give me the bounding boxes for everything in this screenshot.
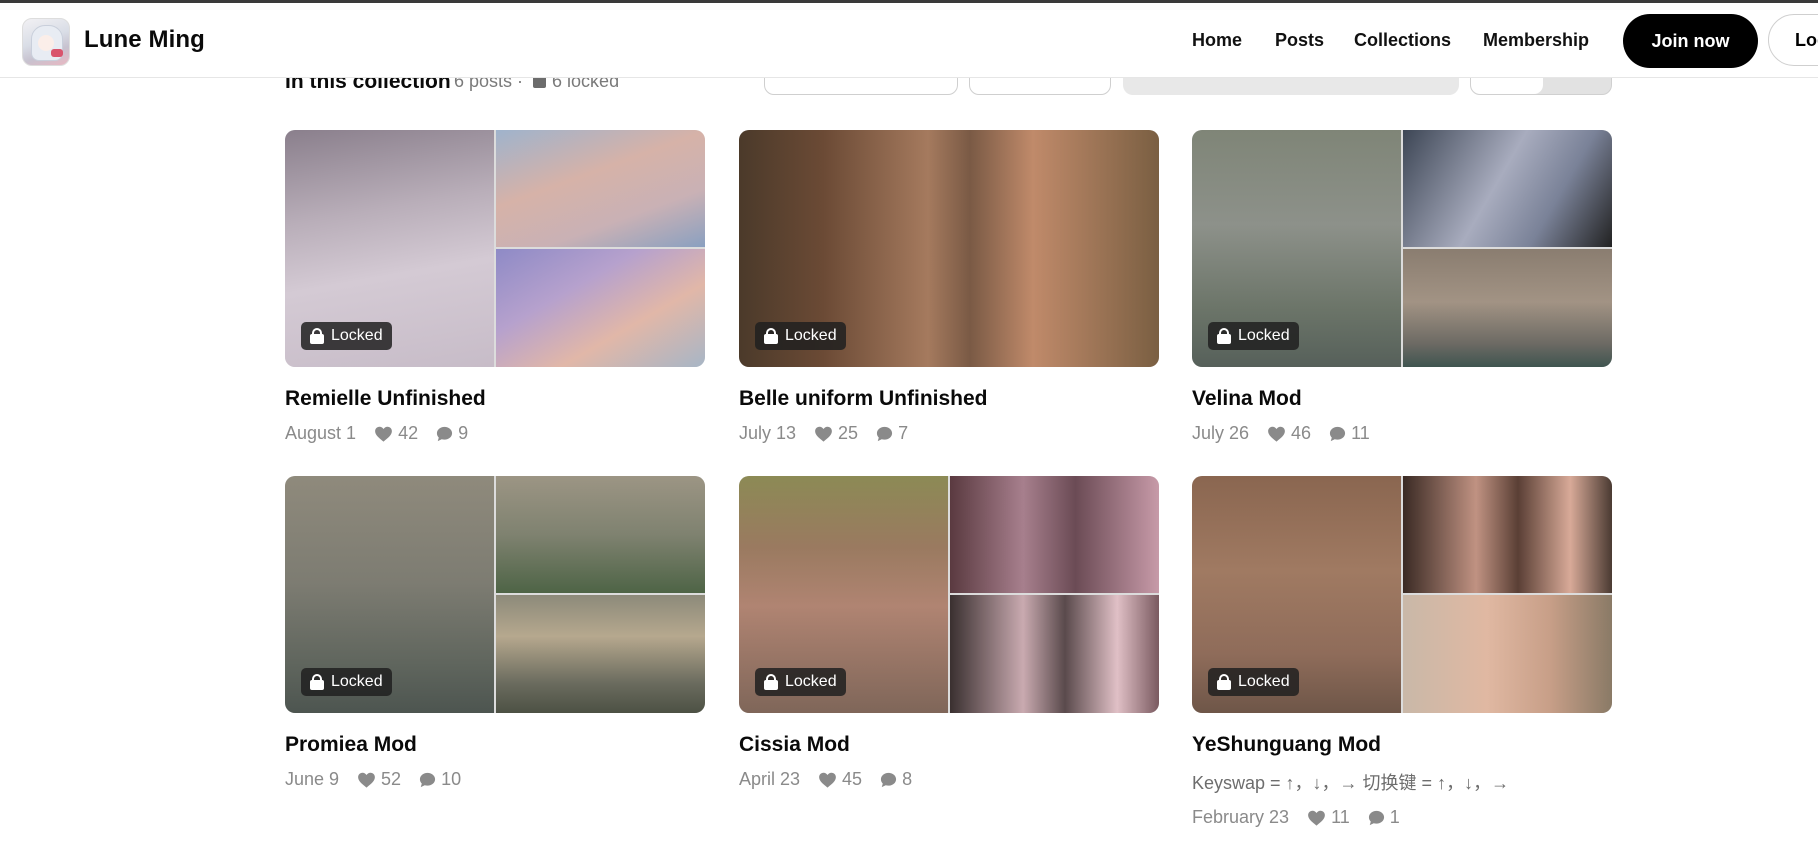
like-count: 45 bbox=[842, 769, 863, 789]
post-thumbnail[interactable]: Locked bbox=[1192, 130, 1612, 367]
post-date: July 13 bbox=[739, 423, 797, 443]
login-button[interactable]: Log in bbox=[1768, 14, 1818, 66]
blurred-image bbox=[1403, 249, 1612, 367]
post-meta: July 13 25 7 bbox=[739, 423, 1159, 444]
post-date: August 1 bbox=[285, 423, 357, 443]
heart-icon[interactable] bbox=[814, 426, 833, 442]
blurred-image bbox=[1403, 595, 1612, 713]
post-thumbnail[interactable]: Locked bbox=[739, 476, 1159, 713]
comment-count: 7 bbox=[898, 423, 909, 443]
comment-count: 9 bbox=[458, 423, 469, 443]
post-date: April 23 bbox=[739, 769, 801, 789]
like-count: 52 bbox=[381, 769, 402, 789]
heart-icon[interactable] bbox=[357, 772, 376, 788]
lock-icon bbox=[1217, 328, 1231, 344]
comment-count: 8 bbox=[902, 769, 913, 789]
like-count: 25 bbox=[838, 423, 859, 443]
post-title[interactable]: Promiea Mod bbox=[285, 733, 705, 757]
locked-label: Locked bbox=[785, 327, 837, 344]
comment-count: 10 bbox=[441, 769, 462, 789]
nav-membership[interactable]: Membership bbox=[1483, 30, 1589, 51]
heart-icon[interactable] bbox=[1267, 426, 1286, 442]
comment-count: 11 bbox=[1351, 423, 1370, 443]
post-card[interactable]: Locked Cissia Mod April 23 45 8 bbox=[739, 476, 1159, 790]
post-description: Keyswap = ↑，↓，→ 切换键 = ↑，↓，→ bbox=[1192, 773, 1510, 793]
post-thumbnail[interactable]: Locked bbox=[285, 476, 705, 713]
post-title[interactable]: YeShunguang Mod bbox=[1192, 733, 1612, 757]
comment-count: 1 bbox=[1389, 807, 1400, 827]
locked-label: Locked bbox=[331, 673, 383, 690]
post-date: February 23 bbox=[1192, 807, 1290, 827]
comment-icon[interactable] bbox=[880, 772, 897, 788]
post-title[interactable]: Belle uniform Unfinished bbox=[739, 387, 1159, 411]
lock-icon bbox=[764, 674, 778, 690]
join-now-button[interactable]: Join now bbox=[1623, 14, 1758, 68]
locked-label: Locked bbox=[1238, 673, 1290, 690]
locked-badge: Locked bbox=[1208, 668, 1299, 696]
heart-icon[interactable] bbox=[374, 426, 393, 442]
comment-icon[interactable] bbox=[1368, 810, 1385, 826]
post-card[interactable]: Locked Promiea Mod June 9 52 10 bbox=[285, 476, 705, 790]
blurred-image bbox=[496, 130, 705, 247]
nav-collections[interactable]: Collections bbox=[1354, 30, 1451, 51]
creator-avatar[interactable] bbox=[22, 18, 70, 66]
like-count: 11 bbox=[1331, 807, 1350, 827]
post-meta: April 23 45 8 bbox=[739, 769, 1159, 790]
locked-label: Locked bbox=[785, 673, 837, 690]
post-meta: June 9 52 10 bbox=[285, 769, 705, 790]
creator-name[interactable]: Lune Ming bbox=[84, 26, 205, 54]
heart-icon[interactable] bbox=[818, 772, 837, 788]
post-card[interactable]: Locked Remielle Unfinished August 1 42 9 bbox=[285, 130, 705, 444]
lock-icon bbox=[310, 674, 324, 690]
locked-badge: Locked bbox=[1208, 322, 1299, 350]
lock-icon bbox=[1217, 674, 1231, 690]
nav-posts[interactable]: Posts bbox=[1275, 30, 1324, 51]
post-card[interactable]: Locked Belle uniform Unfinished July 13 25 7 bbox=[739, 130, 1159, 444]
post-date: June 9 bbox=[285, 769, 340, 789]
like-count: 46 bbox=[1291, 423, 1312, 443]
locked-label: Locked bbox=[1238, 327, 1290, 344]
blurred-image bbox=[1403, 130, 1612, 247]
locked-badge: Locked bbox=[301, 668, 392, 696]
post-title[interactable]: Remielle Unfinished bbox=[285, 387, 705, 411]
post-date: July 26 bbox=[1192, 423, 1250, 443]
post-title[interactable]: Cissia Mod bbox=[739, 733, 1159, 757]
post-thumbnail[interactable]: Locked bbox=[739, 130, 1159, 367]
comment-icon[interactable] bbox=[436, 426, 453, 442]
post-thumbnail[interactable]: Locked bbox=[285, 130, 705, 367]
locked-badge: Locked bbox=[301, 322, 392, 350]
blurred-image bbox=[1403, 476, 1612, 593]
blurred-image bbox=[496, 249, 705, 367]
locked-badge: Locked bbox=[755, 322, 846, 350]
post-card[interactable]: Locked YeShunguang Mod Keyswap = ↑，↓，→ 切换键… bbox=[1192, 476, 1612, 828]
blurred-image bbox=[496, 476, 705, 593]
locked-label: Locked bbox=[331, 327, 383, 344]
post-meta: August 1 42 9 bbox=[285, 423, 705, 444]
lock-icon bbox=[764, 328, 778, 344]
comment-icon[interactable] bbox=[876, 426, 893, 442]
blurred-image bbox=[496, 595, 705, 713]
comment-icon[interactable] bbox=[1329, 426, 1346, 442]
post-title[interactable]: Velina Mod bbox=[1192, 387, 1612, 411]
heart-icon[interactable] bbox=[1307, 810, 1326, 826]
post-thumbnail[interactable]: Locked bbox=[1192, 476, 1612, 713]
blurred-image bbox=[950, 595, 1159, 713]
site-header: Lune Ming Home Posts Collections Members… bbox=[0, 3, 1818, 78]
lock-icon bbox=[310, 328, 324, 344]
post-meta: July 26 46 11 bbox=[1192, 423, 1612, 444]
comment-icon[interactable] bbox=[419, 772, 436, 788]
post-meta: February 23 11 1 bbox=[1192, 807, 1612, 828]
locked-badge: Locked bbox=[755, 668, 846, 696]
post-card[interactable]: Locked Velina Mod July 26 46 11 bbox=[1192, 130, 1612, 444]
blurred-image bbox=[950, 476, 1159, 593]
like-count: 42 bbox=[398, 423, 419, 443]
nav-home[interactable]: Home bbox=[1192, 30, 1242, 51]
